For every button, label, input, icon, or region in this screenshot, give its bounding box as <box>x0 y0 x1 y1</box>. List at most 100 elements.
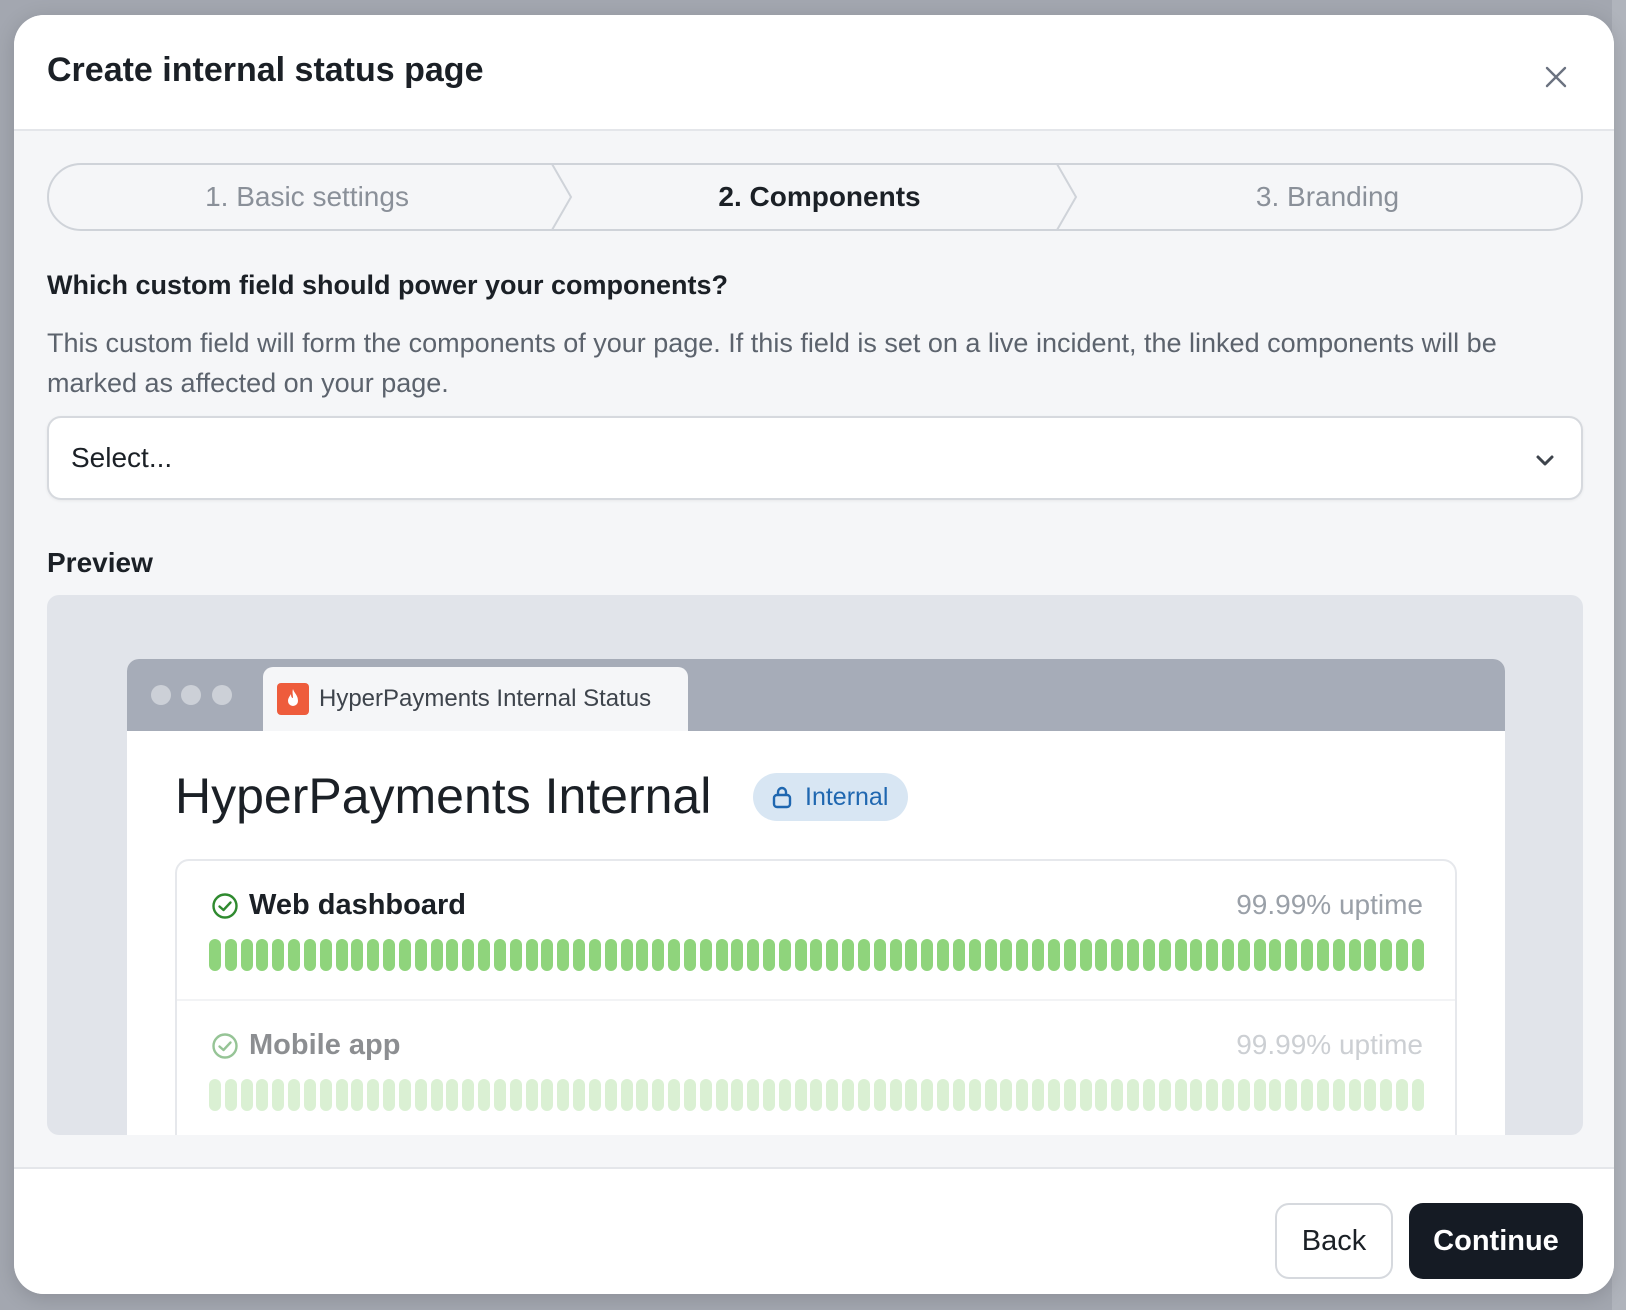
uptime-bar <box>636 1079 649 1111</box>
uptime-bar <box>952 939 965 971</box>
uptime-bar <box>1158 939 1171 971</box>
uptime-bar <box>968 939 981 971</box>
uptime-bar <box>1079 1079 1092 1111</box>
uptime-bar <box>272 1079 285 1111</box>
component-row: Mobile app 99.99% uptime <box>177 999 1455 1135</box>
browser-mockup: HyperPayments Internal Status HyperPayme… <box>127 659 1505 1135</box>
badge-label: Internal <box>805 782 889 811</box>
uptime-bar <box>398 939 411 971</box>
uptime-bar <box>699 1079 712 1111</box>
uptime-bar <box>1269 939 1282 971</box>
uptime-bar <box>1095 939 1108 971</box>
uptime-bar <box>1253 1079 1266 1111</box>
uptime-bar <box>398 1079 411 1111</box>
uptime-bar <box>1316 1079 1329 1111</box>
uptime-bar <box>699 939 712 971</box>
uptime-bar <box>446 1079 459 1111</box>
uptime-bar <box>493 939 506 971</box>
custom-field-select[interactable]: Select... <box>47 416 1583 500</box>
uptime-bar <box>525 939 538 971</box>
uptime-bar <box>1285 1079 1298 1111</box>
uptime-bar <box>478 939 491 971</box>
uptime-bar <box>1396 1079 1409 1111</box>
uptime-bar <box>1285 939 1298 971</box>
uptime-bar <box>1301 1079 1314 1111</box>
component-row: Web dashboard 99.99% uptime <box>177 861 1455 999</box>
uptime-bar <box>1411 939 1424 971</box>
modal-header: Create internal status page <box>14 15 1614 131</box>
uptime-bar <box>1222 939 1234 971</box>
browser-tab-title: HyperPayments Internal Status <box>319 685 652 712</box>
uptime-bar <box>683 939 696 971</box>
uptime-bar <box>873 1079 886 1111</box>
uptime-bar <box>319 939 332 971</box>
uptime-bar <box>604 1079 617 1111</box>
uptime-bar <box>446 939 459 971</box>
uptime-bar <box>224 939 237 971</box>
uptime-bar <box>557 939 570 971</box>
uptime-bar <box>1364 939 1377 971</box>
uptime-bar <box>1174 939 1187 971</box>
uptime-bar <box>351 939 364 971</box>
uptime-bar <box>509 1079 522 1111</box>
uptime-bar <box>303 939 316 971</box>
uptime-bar <box>1222 1079 1234 1111</box>
step-basic-settings[interactable]: 1. Basic settings <box>47 163 567 231</box>
step-branding[interactable]: 3. Branding <box>1072 163 1583 231</box>
uptime-bar <box>1411 1079 1424 1111</box>
window-dot <box>151 685 171 705</box>
uptime-bar <box>952 1079 965 1111</box>
internal-badge: Internal <box>753 773 909 821</box>
uptime-bar <box>1190 939 1203 971</box>
uptime-bar <box>620 1079 633 1111</box>
modal-title: Create internal status page <box>47 51 484 89</box>
uptime-bar <box>288 939 301 971</box>
uptime-bar <box>1206 1079 1219 1111</box>
uptime-bar <box>715 939 728 971</box>
uptime-bar <box>810 1079 823 1111</box>
uptime-bar <box>1142 939 1155 971</box>
uptime-bar <box>462 1079 475 1111</box>
uptime-bar <box>557 1079 570 1111</box>
uptime-bar <box>857 1079 870 1111</box>
uptime-bar <box>1364 1079 1377 1111</box>
preview-area: HyperPayments Internal Status HyperPayme… <box>47 595 1583 1135</box>
uptime-bar <box>984 939 997 971</box>
uptime-bar <box>1237 1079 1250 1111</box>
uptime-bar <box>1063 939 1076 971</box>
uptime-bar <box>778 939 791 971</box>
uptime-bar <box>668 1079 681 1111</box>
uptime-bar <box>414 939 427 971</box>
field-help-text: This custom field will form the componen… <box>47 328 1497 398</box>
uptime-bar <box>794 939 807 971</box>
uptime-bar <box>889 1079 902 1111</box>
uptime-bar <box>1332 939 1345 971</box>
uptime-bar <box>1016 1079 1029 1111</box>
continue-button[interactable]: Continue <box>1409 1203 1583 1279</box>
component-name: Mobile app <box>249 1029 401 1061</box>
uptime-bar <box>1111 939 1124 971</box>
uptime-bar <box>905 939 918 971</box>
uptime-bar <box>826 939 839 971</box>
uptime-bar <box>430 1079 443 1111</box>
uptime-bar <box>984 1079 997 1111</box>
uptime-bar <box>256 939 269 971</box>
step-components[interactable]: 2. Components <box>567 163 1072 231</box>
close-button[interactable] <box>1534 55 1578 99</box>
uptime-bar <box>636 939 649 971</box>
browser-tab: HyperPayments Internal Status <box>263 667 688 731</box>
uptime-bar <box>1301 939 1314 971</box>
lock-icon <box>772 786 792 809</box>
uptime-bar <box>652 1079 665 1111</box>
component-uptime: 99.99% uptime <box>1236 889 1423 920</box>
components-list: Web dashboard 99.99% uptime Mobile app 9… <box>175 859 1457 1135</box>
uptime-bar <box>1111 1079 1124 1111</box>
uptime-bar <box>1016 939 1029 971</box>
uptime-bar <box>1079 939 1092 971</box>
uptime-bar <box>256 1079 269 1111</box>
uptime-bar <box>1047 1079 1060 1111</box>
uptime-bar <box>1206 939 1219 971</box>
uptime-bar <box>541 939 554 971</box>
back-button[interactable]: Back <box>1275 1203 1393 1279</box>
uptime-bar <box>937 939 950 971</box>
